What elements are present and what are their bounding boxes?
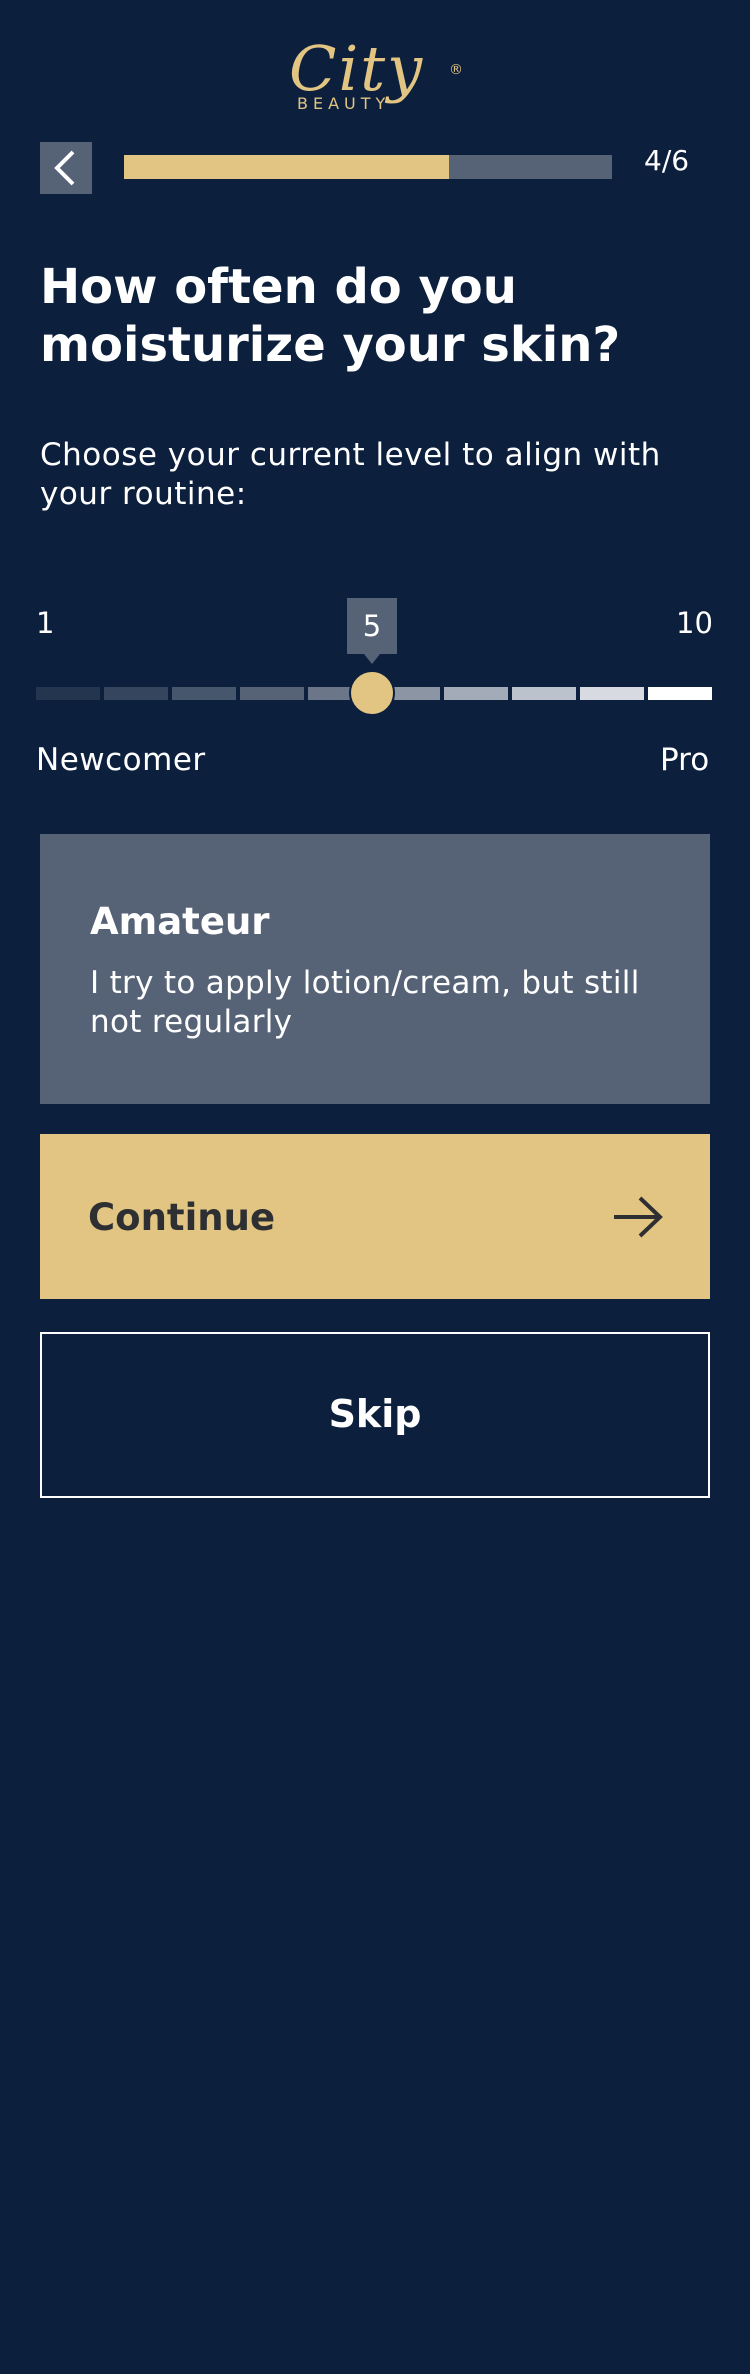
arrow-right-icon [614,1196,663,1238]
brand-logo: City ® BEAUTY [285,32,465,118]
logo-subtitle: BEAUTY [297,94,391,113]
slider-segment[interactable] [172,687,236,700]
continue-button[interactable]: Continue [40,1134,710,1299]
logo-registered-mark: ® [449,62,463,78]
scale-max-label: 10 [676,606,713,640]
scale-left-caption: Newcomer [36,742,206,778]
progress-bar-fill [124,155,450,179]
skip-button[interactable]: Skip [40,1332,710,1498]
slider-value-bubble: 5 [347,598,397,664]
continue-button-label: Continue [88,1196,276,1239]
level-slider[interactable] [36,660,712,726]
scale-right-caption: Pro [660,742,710,778]
slider-segment[interactable] [580,687,644,700]
level-description-card: Amateur I try to apply lotion/cream, but… [40,834,710,1104]
slider-segment[interactable] [444,687,508,700]
level-description: I try to apply lotion/cream, but still n… [90,965,640,1040]
slider-segment[interactable] [104,687,168,700]
slider-thumb[interactable] [349,670,395,716]
slider-segment[interactable] [512,687,576,700]
question-subtitle: Choose your current level to align with … [40,437,661,512]
progress-bar [124,155,612,179]
skip-button-label: Skip [328,1392,422,1436]
scale-min-label: 1 [36,606,55,640]
slider-segment[interactable] [240,687,304,700]
slider-segment[interactable] [648,687,712,700]
slider-segment[interactable] [36,687,100,700]
back-button[interactable] [40,142,92,194]
chevron-left-icon [54,150,75,186]
step-counter: 4/6 [644,144,690,177]
level-name: Amateur [90,900,270,943]
question-title: How often do you moisturize your skin? [40,259,621,373]
